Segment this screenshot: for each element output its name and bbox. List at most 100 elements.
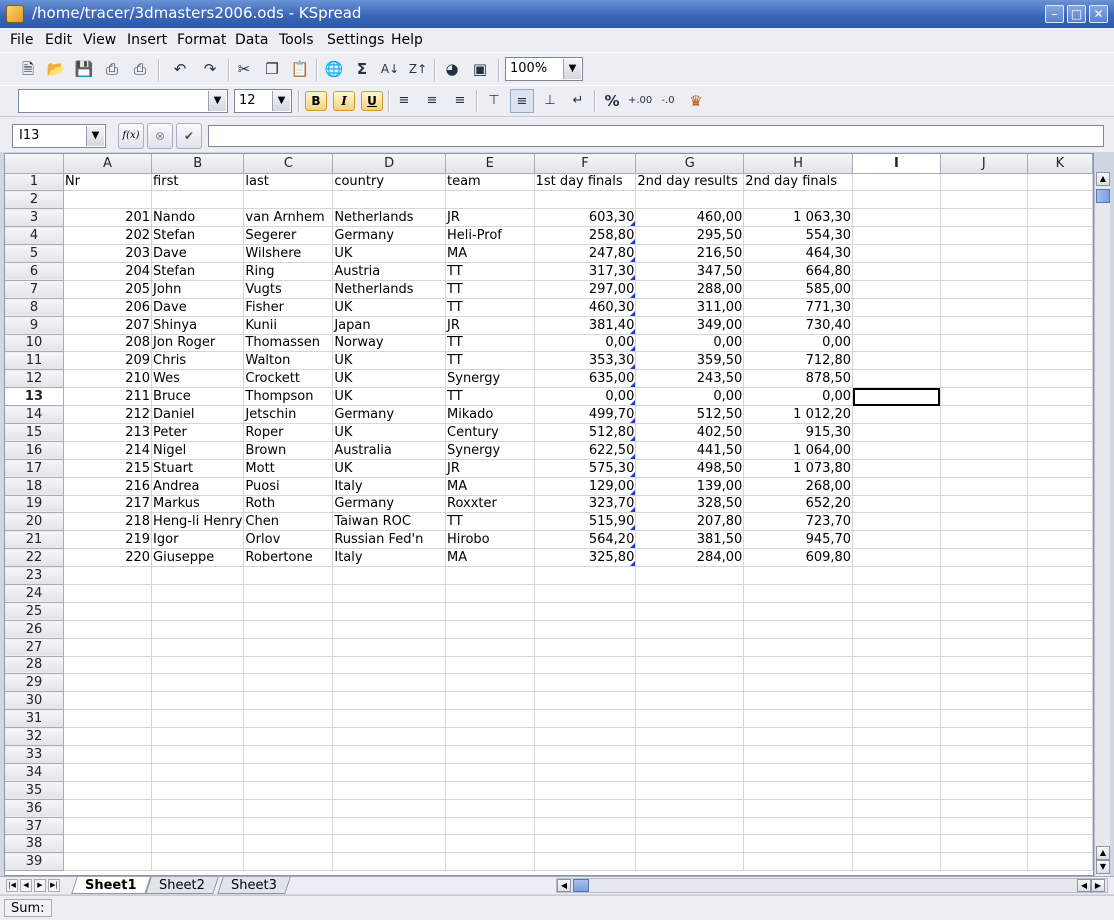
cell-a15[interactable]: 213	[63, 423, 153, 442]
cell-c23[interactable]	[243, 566, 334, 585]
cell-g29[interactable]	[635, 673, 745, 693]
cell-d8[interactable]: UK	[332, 298, 446, 317]
cell-i26[interactable]	[852, 620, 941, 639]
cell-h14[interactable]: 1 012,20	[743, 405, 854, 424]
cell-e34[interactable]	[445, 763, 535, 782]
cell-c34[interactable]	[243, 763, 334, 782]
cell-g19[interactable]: 328,50	[635, 495, 745, 514]
align-middle-icon[interactable]: ≡	[510, 89, 534, 113]
cell-e36[interactable]	[445, 799, 535, 818]
column-header-j[interactable]: J	[940, 154, 1028, 174]
column-header-f[interactable]: F	[534, 154, 637, 174]
open-folder-icon[interactable]: 📂	[44, 57, 68, 81]
cell-k18[interactable]	[1027, 477, 1093, 496]
cell-i2[interactable]	[852, 190, 941, 210]
cell-j27[interactable]	[940, 638, 1028, 657]
cell-e10[interactable]: TT	[445, 334, 535, 353]
cell-e28[interactable]	[445, 656, 535, 675]
insert-chart-icon[interactable]: ◕	[440, 57, 464, 81]
cell-d3[interactable]: Netherlands	[332, 208, 446, 228]
row-header[interactable]: 26	[5, 620, 64, 639]
cell-a10[interactable]: 208	[63, 334, 153, 353]
cell-i7[interactable]	[852, 280, 941, 299]
percent-format-icon[interactable]: %	[600, 89, 624, 113]
cell-a38[interactable]	[63, 834, 153, 854]
cell-b14[interactable]: Daniel	[151, 405, 245, 424]
cell-e4[interactable]: Heli-Prof	[445, 226, 535, 246]
cell-b10[interactable]: Jon Roger	[151, 334, 245, 353]
cell-i16[interactable]	[852, 441, 941, 460]
cell-k10[interactable]	[1027, 334, 1093, 353]
cell-c30[interactable]	[243, 691, 334, 711]
cell-f34[interactable]	[534, 763, 637, 782]
cell-k38[interactable]	[1027, 834, 1093, 854]
cell-g18[interactable]: 139,00	[635, 477, 745, 496]
cell-g35[interactable]	[635, 781, 745, 800]
cell-b9[interactable]: Shinya	[151, 316, 245, 335]
column-header-h[interactable]: H	[743, 154, 854, 174]
cell-i1[interactable]	[852, 173, 941, 192]
cell-k37[interactable]	[1027, 817, 1093, 836]
row-header[interactable]: 37	[5, 817, 64, 836]
cell-e6[interactable]: TT	[445, 262, 535, 281]
row-header[interactable]: 20	[5, 512, 64, 532]
copy-icon[interactable]: ❐	[260, 57, 284, 81]
cell-f25[interactable]	[534, 602, 637, 621]
row-header[interactable]: 35	[5, 781, 64, 800]
cell-k15[interactable]	[1027, 423, 1093, 442]
cell-b12[interactable]: Wes	[151, 369, 245, 389]
cell-e17[interactable]: JR	[445, 459, 535, 478]
cell-g36[interactable]	[635, 799, 745, 818]
cell-j18[interactable]	[940, 477, 1028, 496]
cell-h11[interactable]: 712,80	[743, 351, 854, 371]
vertical-scroll-thumb[interactable]	[1096, 189, 1110, 203]
cell-reference-box[interactable]: I13 ▼	[12, 124, 106, 148]
column-header-c[interactable]: C	[243, 154, 334, 174]
cell-f23[interactable]	[534, 566, 637, 585]
cell-d14[interactable]: Germany	[332, 405, 446, 424]
cell-d29[interactable]	[332, 673, 446, 693]
row-header[interactable]: 28	[5, 656, 64, 675]
cell-e3[interactable]: JR	[445, 208, 535, 228]
cell-h13[interactable]: 0,00	[743, 387, 854, 407]
cell-c25[interactable]	[243, 602, 334, 621]
cell-k21[interactable]	[1027, 530, 1093, 550]
cell-i32[interactable]	[852, 727, 941, 746]
cell-g10[interactable]: 0,00	[635, 334, 745, 353]
cell-d18[interactable]: Italy	[332, 477, 446, 496]
cell-g2[interactable]	[635, 190, 745, 210]
cell-c22[interactable]: Robertone	[243, 548, 334, 568]
cell-j4[interactable]	[940, 226, 1028, 246]
cell-f21[interactable]: 564,20	[534, 530, 637, 550]
cell-c7[interactable]: Vugts	[243, 280, 334, 299]
row-header[interactable]: 32	[5, 727, 64, 746]
cell-h1[interactable]: 2nd day finals	[743, 173, 854, 192]
row-header[interactable]: 22	[5, 548, 64, 568]
column-header-k[interactable]: K	[1027, 154, 1093, 174]
cell-f7[interactable]: 297,00	[534, 280, 637, 299]
cell-c39[interactable]	[243, 852, 334, 872]
cell-a7[interactable]: 205	[63, 280, 153, 299]
cell-e15[interactable]: Century	[445, 423, 535, 442]
cell-j36[interactable]	[940, 799, 1028, 818]
cell-f15[interactable]: 512,80	[534, 423, 637, 442]
cell-j12[interactable]	[940, 369, 1028, 389]
cell-e11[interactable]: TT	[445, 351, 535, 371]
sort-ascending-icon[interactable]: A↓	[378, 57, 402, 81]
row-header[interactable]: 27	[5, 638, 64, 657]
cell-a21[interactable]: 219	[63, 530, 153, 550]
row-header[interactable]: 21	[5, 530, 64, 550]
cell-c12[interactable]: Crockett	[243, 369, 334, 389]
cell-e5[interactable]: MA	[445, 244, 535, 263]
cell-b24[interactable]	[151, 584, 245, 603]
cell-h21[interactable]: 945,70	[743, 530, 854, 550]
cell-f13[interactable]: 0,00	[534, 387, 637, 407]
cell-c37[interactable]	[243, 817, 334, 836]
row-header[interactable]: 8	[5, 298, 64, 317]
cell-a19[interactable]: 217	[63, 495, 153, 514]
cell-b15[interactable]: Peter	[151, 423, 245, 442]
cell-b5[interactable]: Dave	[151, 244, 245, 263]
cell-d33[interactable]	[332, 745, 446, 764]
cell-h33[interactable]	[743, 745, 854, 764]
cell-h22[interactable]: 609,80	[743, 548, 854, 568]
